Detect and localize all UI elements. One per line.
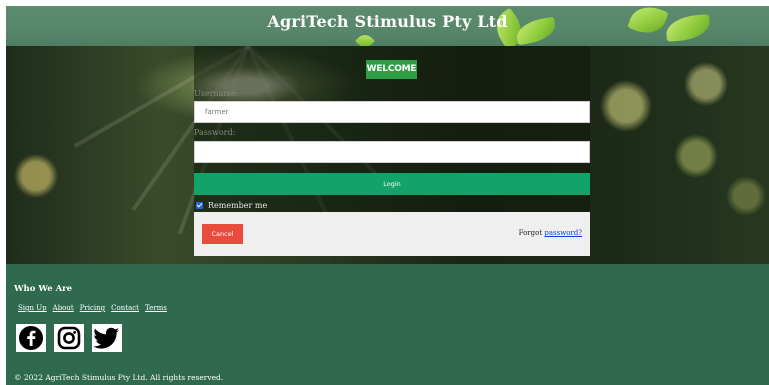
remember-me-checkbox[interactable] (196, 201, 203, 209)
username-label: Username: (194, 89, 239, 98)
twitter-icon[interactable] (92, 324, 122, 352)
forgot-password-text: Forgot password? (519, 229, 582, 237)
login-form: WELCOME Username: Password: Login Rememb… (194, 46, 590, 212)
password-input[interactable] (194, 141, 590, 163)
footer-link-pricing[interactable]: Pricing (80, 304, 105, 312)
footer-heading: Who We Are (14, 284, 73, 294)
cancel-button[interactable]: Cancel (202, 224, 243, 244)
footer-links: Sign Up About Pricing Contact Terms (18, 304, 167, 312)
header-banner: AgriTech Stimulus Pty Ltd (6, 6, 769, 46)
remember-me-label: Remember me (208, 200, 268, 210)
username-input[interactable] (194, 101, 590, 123)
copyright-text: © 2022 AgriTech Stimulus Pty Ltd. All ri… (14, 373, 224, 382)
social-icons (16, 324, 122, 352)
footer-link-contact[interactable]: Contact (111, 304, 139, 312)
footer-link-sign-up[interactable]: Sign Up (18, 304, 47, 312)
login-panel: WELCOME Username: Password: Login Rememb… (194, 46, 590, 256)
remember-me-row: Remember me (196, 200, 267, 210)
leaf-decoration (355, 31, 375, 46)
forgot-password-link[interactable]: password? (544, 229, 582, 237)
instagram-icon[interactable] (54, 324, 84, 352)
login-actions: Cancel Forgot password? (194, 212, 590, 256)
password-label: Password: (194, 128, 236, 137)
facebook-icon[interactable] (16, 324, 46, 352)
page-frame: AgriTech Stimulus Pty Ltd WELCOME Userna… (6, 6, 769, 385)
forgot-prefix: Forgot (518, 229, 543, 237)
login-button[interactable]: Login (194, 173, 590, 195)
welcome-badge: WELCOME (366, 60, 417, 79)
site-title: AgriTech Stimulus Pty Ltd (267, 12, 508, 31)
footer-link-about[interactable]: About (53, 304, 74, 312)
footer-link-terms[interactable]: Terms (145, 304, 167, 312)
